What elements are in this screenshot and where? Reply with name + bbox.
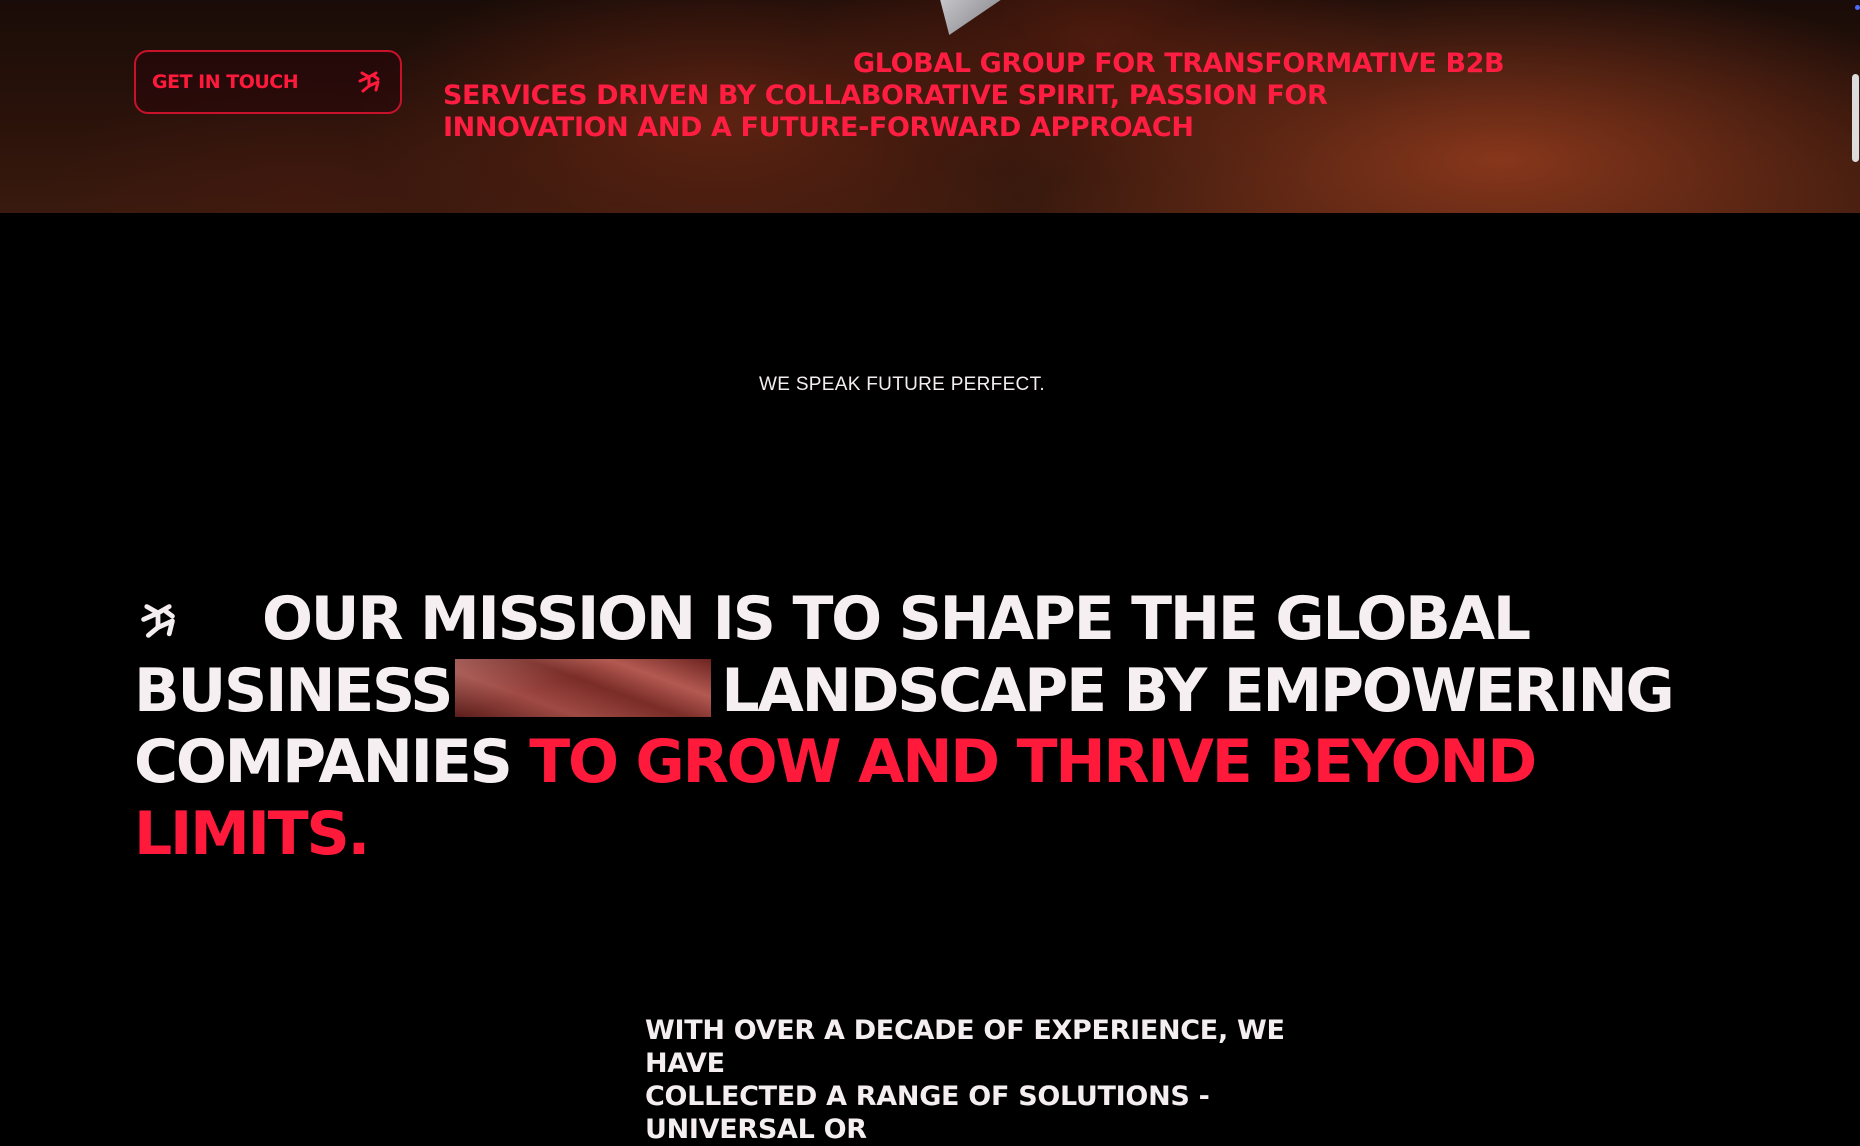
hero-line-2: SERVICES DRIVEN BY COLLABORATIVE SPIRIT,… bbox=[443, 80, 1328, 111]
mission-line-2: BUSINESS LANDSCAPE BY EMPOWERING bbox=[134, 656, 1694, 728]
tagline: WE SPEAK FUTURE PERFECT. bbox=[759, 374, 1045, 395]
mission-line-3: COMPANIES TO GROW AND THRIVE BEYOND bbox=[134, 727, 1694, 799]
mission-statement: OUR MISSION IS TO SHAPE THE GLOBAL BUSIN… bbox=[134, 584, 1694, 870]
get-in-touch-button[interactable]: GET IN TOUCH bbox=[134, 50, 402, 114]
experience-line-2: COLLECTED A RANGE OF SOLUTIONS - UNIVERS… bbox=[645, 1081, 1210, 1145]
mission-accent-2: LIMITS. bbox=[134, 798, 370, 869]
hero-crystal-shape bbox=[935, 0, 1030, 35]
experience-line-1: WITH OVER A DECADE OF EXPERIENCE, WE HAV… bbox=[645, 1015, 1285, 1079]
mission-line-1: OUR MISSION IS TO SHAPE THE GLOBAL bbox=[262, 584, 1531, 654]
mission-word-business: BUSINESS bbox=[134, 655, 454, 726]
hero-line-1: GLOBAL GROUP FOR TRANSFORMATIVE B2B bbox=[853, 48, 1505, 79]
hero-statement: GLOBAL GROUP FOR TRANSFORMATIVE B2B SERV… bbox=[443, 48, 1505, 144]
mission-accent-1: TO GROW AND THRIVE BEYOND bbox=[529, 727, 1537, 797]
scrollbar-thumb[interactable] bbox=[1852, 74, 1859, 162]
experience-paragraph: WITH OVER A DECADE OF EXPERIENCE, WE HAV… bbox=[645, 1014, 1365, 1146]
landscape-thumbnail bbox=[455, 658, 712, 717]
brand-mark-icon bbox=[358, 71, 380, 93]
hero-line-3: INNOVATION AND A FUTURE-FORWARD APPROACH bbox=[443, 112, 1194, 143]
get-in-touch-label: GET IN TOUCH bbox=[152, 71, 299, 93]
mission-word-companies: COMPANIES bbox=[134, 727, 513, 797]
mission-line-2-rest: LANDSCAPE BY EMPOWERING bbox=[721, 655, 1674, 726]
